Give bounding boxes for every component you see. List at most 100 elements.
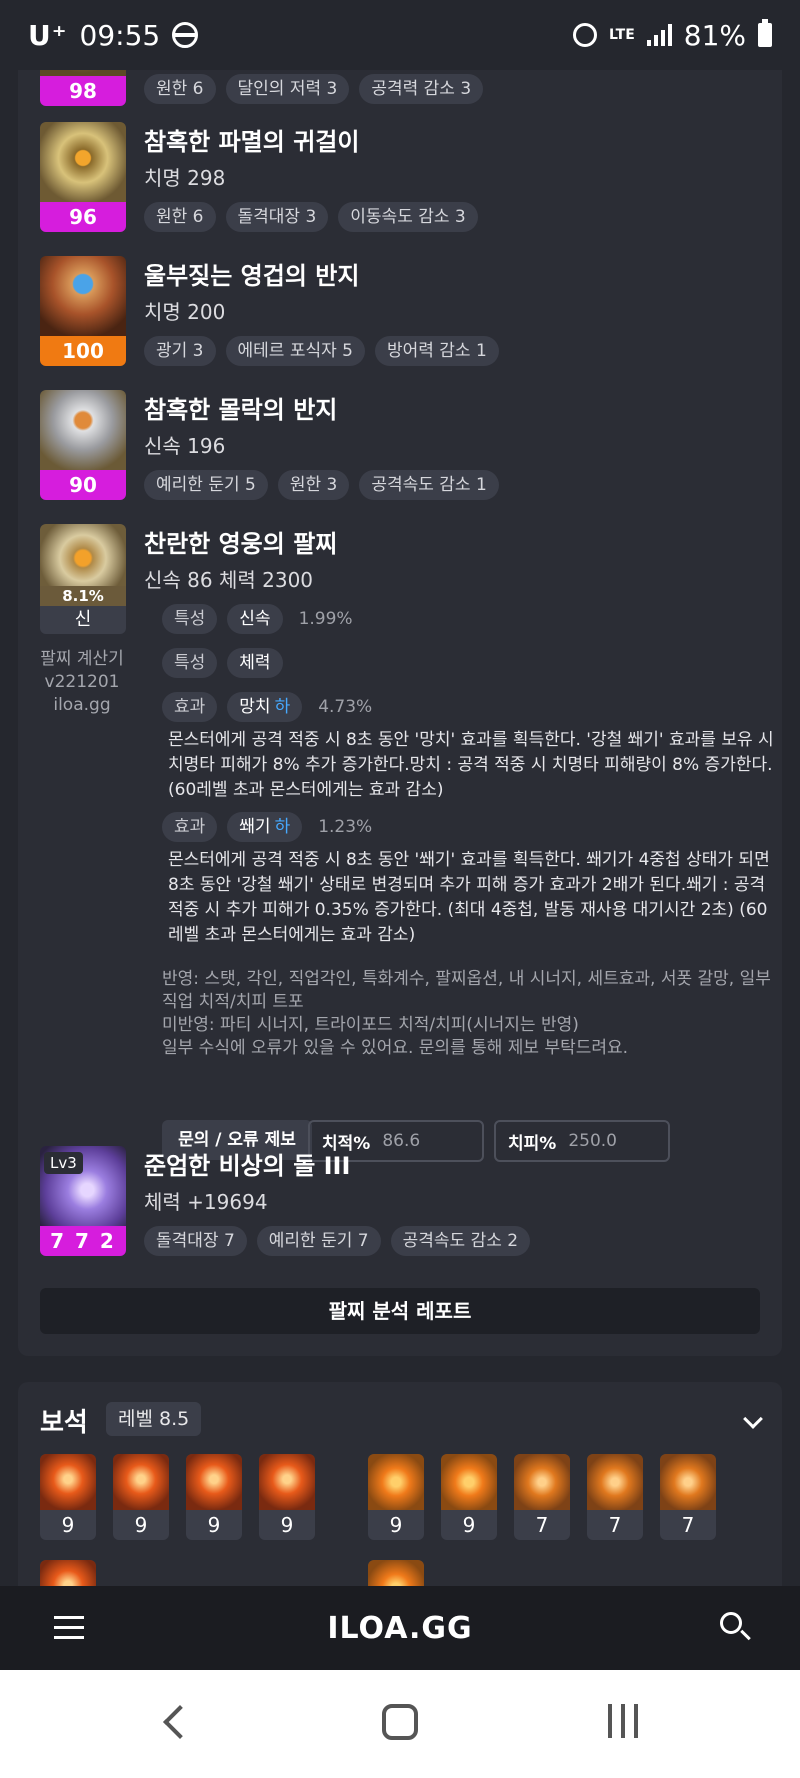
site-logo[interactable]: ILOA.GG — [0, 1611, 800, 1646]
item-stat: 체력 +19694 — [144, 1190, 268, 1214]
ring-icon — [40, 390, 126, 470]
gem-icon — [441, 1454, 497, 1510]
battery-percent: 81% — [683, 18, 746, 52]
quality-badge: 96 — [40, 202, 126, 232]
gem-slot[interactable]: 9 — [113, 1454, 169, 1540]
clock: 09:55 — [79, 18, 161, 52]
engraving-tag: 돌격대장 3 — [225, 202, 329, 232]
gem-slot[interactable]: 9 — [259, 1454, 315, 1540]
gem-icon — [660, 1454, 716, 1510]
signal-icon — [646, 24, 672, 46]
item-thumbnail: 100 — [40, 256, 126, 366]
effect-grade: 하 — [274, 697, 291, 717]
gem-icon — [259, 1454, 315, 1510]
bracelet-stat-row: 특성 체력 — [162, 648, 283, 678]
gem-level: 9 — [207, 1513, 221, 1537]
gems-level-badge: 레벨 8.5 — [106, 1402, 202, 1436]
battery-icon — [758, 19, 772, 47]
back-icon[interactable] — [163, 1705, 197, 1739]
gem-icon — [186, 1454, 242, 1510]
row-label: 효과 — [162, 812, 218, 842]
stone-icon: Lv3 — [40, 1146, 126, 1226]
item-name: 참혹한 파멸의 귀걸이 — [144, 128, 360, 156]
system-navigation-bar — [0, 1670, 800, 1778]
engraving-tag: 공격속도 감소 1 — [359, 470, 499, 500]
note-included: 반영: 스탯, 각인, 직업각인, 특화계수, 팔찌옵션, 내 시너지, 세트효… — [162, 969, 771, 1012]
item-stat: 신속 86 체력 2300 — [144, 568, 314, 592]
bottom-app-bar: ILOA.GG — [0, 1586, 800, 1670]
equipment-panel: 98 원한 6 달인의 저력 3 공격력 감소 3 96 참혹한 파멸의 귀걸이… — [18, 0, 782, 1356]
app-notification-icon — [172, 22, 199, 48]
item-name: 찬란한 영웅의 팔찌 — [144, 530, 338, 558]
item-stat: 치명 200 — [144, 300, 226, 324]
carrier-label: U⁺ — [28, 18, 68, 52]
engraving-tag: 광기 3 — [144, 336, 216, 366]
bracelet-thumbnail: 8.1% 신 — [40, 524, 126, 634]
quality-badge: 98 — [40, 76, 126, 106]
gem-slot[interactable]: 9 — [368, 1454, 424, 1540]
engraving-tag: 방어력 감소 1 — [374, 336, 499, 366]
effect-grade: 하 — [274, 817, 291, 837]
gem-slot[interactable]: 7 — [660, 1454, 716, 1540]
recent-apps-icon[interactable] — [608, 1704, 638, 1738]
calculator-version: v221201 — [44, 672, 120, 692]
bracelet-effect-row: 효과 쐐기 하 1.23% — [162, 812, 372, 842]
accessory-item[interactable]: 100 울부짖는 영겁의 반지 치명 200 광기 3 에테르 포식자 5 방어… — [40, 256, 740, 366]
quality-badge: 90 — [40, 470, 126, 500]
status-bar: U⁺ 09:55 LTE 81% — [0, 0, 800, 70]
search-icon[interactable] — [720, 1612, 742, 1634]
engraving-tag: 공격속도 감소 2 — [390, 1226, 531, 1256]
gem-slot[interactable]: 9 — [186, 1454, 242, 1540]
bracelet-calculator-label: 팔찌 계산기 v221201 iloa.gg — [34, 648, 130, 717]
gem-level: 7 — [535, 1513, 549, 1537]
ability-stone-item[interactable]: Lv3 7 7 2 준엄한 비상의 돌 III 체력 +19694 돌격대장 7… — [40, 1146, 740, 1256]
gem-slot[interactable]: 7 — [514, 1454, 570, 1540]
engraving-tag: 예리한 둔기 5 — [144, 470, 268, 500]
engraving-tag: 돌격대장 7 — [144, 1226, 247, 1256]
row-percent: 1.23% — [318, 817, 373, 837]
gem-level: 9 — [61, 1513, 75, 1537]
effect-description: 몬스터에게 공격 적중 시 8초 동안 '망치' 효과를 획득한다. '강철 쐐… — [168, 730, 774, 800]
row-value: 체력 — [227, 648, 283, 678]
home-icon[interactable] — [382, 1704, 418, 1740]
bracelet-effect-row: 효과 망치 하 4.73% — [162, 692, 372, 722]
engraving-tag: 달인의 저력 3 — [225, 74, 350, 104]
gem-slot[interactable]: 9 — [441, 1454, 497, 1540]
calculator-title: 팔찌 계산기 — [40, 649, 124, 669]
gem-level: 7 — [608, 1513, 622, 1537]
alarm-icon — [573, 23, 598, 47]
bracelet-analysis-report-button[interactable]: 팔찌 분석 레포트 — [40, 1288, 760, 1334]
engraving-tag: 원한 3 — [277, 470, 350, 500]
gem-slot[interactable]: 9 — [40, 1454, 96, 1540]
bracelet-grade: 신 — [40, 606, 126, 634]
gem-slot[interactable]: 7 — [587, 1454, 643, 1540]
item-thumbnail: 90 — [40, 390, 126, 500]
gem-level: 9 — [389, 1513, 403, 1537]
row-percent: 4.73% — [318, 697, 373, 717]
accessory-item[interactable]: 96 참혹한 파멸의 귀걸이 치명 298 원한 6 돌격대장 3 이동속도 감… — [40, 122, 740, 232]
effect-name: 망치 — [239, 697, 271, 717]
engraving-tag: 공격력 감소 3 — [359, 74, 484, 104]
calculator-site: iloa.gg — [53, 695, 111, 715]
engraving-tags: 돌격대장 7 예리한 둔기 7 공격속도 감소 2 — [144, 1226, 531, 1256]
row-label: 특성 — [162, 648, 218, 678]
gem-icon — [113, 1454, 169, 1510]
bracelet-percent: 8.1% — [40, 586, 126, 606]
engraving-tags: 광기 3 에테르 포식자 5 방어력 감소 1 — [144, 336, 499, 366]
stone-thumbnail: Lv3 7 7 2 — [40, 1146, 126, 1256]
accessory-item[interactable]: 90 참혹한 몰락의 반지 신속 196 예리한 둔기 5 원한 3 공격속도 … — [40, 390, 740, 500]
item-name: 울부짖는 영겁의 반지 — [144, 262, 360, 290]
engraving-tag: 원한 6 — [144, 202, 216, 232]
gem-level: 7 — [681, 1513, 695, 1537]
note-disclaimer: 일부 수식에 오류가 있을 수 있어요. 문의를 통해 제보 부탁드려요. — [162, 1038, 629, 1058]
row-value: 신속 — [227, 604, 283, 634]
engraving-tag: 원한 6 — [144, 74, 216, 104]
gem-level: 9 — [462, 1513, 476, 1537]
gems-panel: 보석 레벨 8.5 9 9 9 9 9 9 7 7 7 — [18, 1382, 782, 1646]
effect-name: 쐐기 — [239, 817, 271, 837]
row-label: 특성 — [162, 604, 218, 634]
chevron-down-icon[interactable] — [743, 1409, 763, 1429]
ring-icon — [40, 256, 126, 336]
item-thumbnail: 96 — [40, 122, 126, 232]
quality-badge: 100 — [40, 336, 126, 366]
